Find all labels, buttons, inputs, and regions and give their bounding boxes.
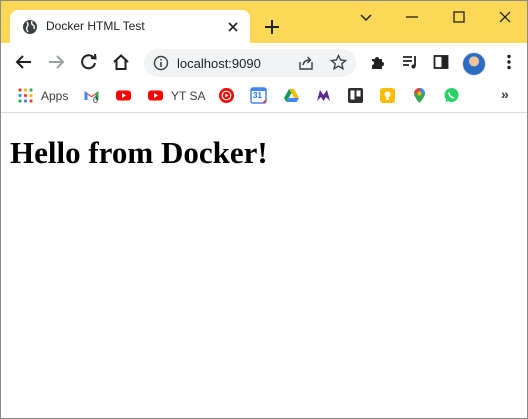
apps-grid-icon[interactable] (17, 87, 34, 104)
bookmark-apps-label[interactable]: Apps (41, 89, 68, 103)
media-queue-icon[interactable] (401, 53, 419, 71)
minimize-icon[interactable] (404, 9, 420, 25)
forward-arrow-icon[interactable] (47, 53, 65, 71)
extensions-puzzle-icon[interactable] (369, 53, 387, 71)
globe-icon (23, 20, 37, 34)
bookmarks-bar: Apps 0 YT SA 31 » (1, 81, 527, 113)
maximize-icon[interactable] (451, 9, 467, 25)
tab-title: Docker HTML Test (46, 19, 145, 33)
trello-board-icon[interactable] (347, 87, 364, 104)
close-tab-icon[interactable] (226, 20, 240, 34)
tab-docker-html-test[interactable]: Docker HTML Test (10, 10, 250, 43)
youtube-music-icon[interactable] (218, 87, 235, 104)
back-arrow-icon[interactable] (15, 53, 33, 71)
reload-icon[interactable] (80, 53, 98, 71)
gmail-badge: 0 (93, 95, 99, 105)
navigation-toolbar: localhost:9090 (1, 43, 527, 81)
url-text[interactable]: localhost:9090 (177, 56, 261, 71)
bookmark-star-icon[interactable] (330, 54, 347, 71)
profile-avatar[interactable] (462, 52, 486, 76)
close-window-icon[interactable] (497, 9, 513, 25)
google-maps-pin-icon[interactable] (411, 87, 428, 104)
google-drive-icon[interactable] (283, 87, 300, 104)
google-calendar-icon[interactable]: 31 (250, 87, 267, 104)
youtube-icon[interactable] (115, 87, 132, 104)
bookmark-yt-sa-label[interactable]: YT SA (171, 89, 205, 103)
side-panel-icon[interactable] (432, 53, 450, 71)
whatsapp-icon[interactable] (443, 87, 460, 104)
share-icon[interactable] (298, 55, 314, 71)
more-vertical-icon[interactable] (500, 53, 518, 71)
more-bookmarks-chevron[interactable]: » (501, 86, 509, 102)
page-heading: Hello from Docker! (10, 135, 268, 170)
tab-search-chevron-down-icon[interactable] (358, 9, 374, 25)
page-content: Hello from Docker! (1, 113, 527, 418)
site-info-icon[interactable] (153, 55, 169, 71)
calendar-day: 31 (253, 91, 262, 100)
youtube-icon[interactable] (147, 87, 164, 104)
graphql-bird-icon[interactable] (315, 87, 332, 104)
google-keep-icon[interactable] (379, 87, 396, 104)
home-icon[interactable] (112, 53, 130, 71)
address-bar[interactable]: localhost:9090 (144, 49, 356, 77)
browser-window: Docker HTML Test localhost:9090 Apps 0 Y… (0, 0, 528, 419)
tab-strip: Docker HTML Test (1, 1, 527, 43)
new-tab-plus-icon[interactable] (263, 18, 281, 36)
